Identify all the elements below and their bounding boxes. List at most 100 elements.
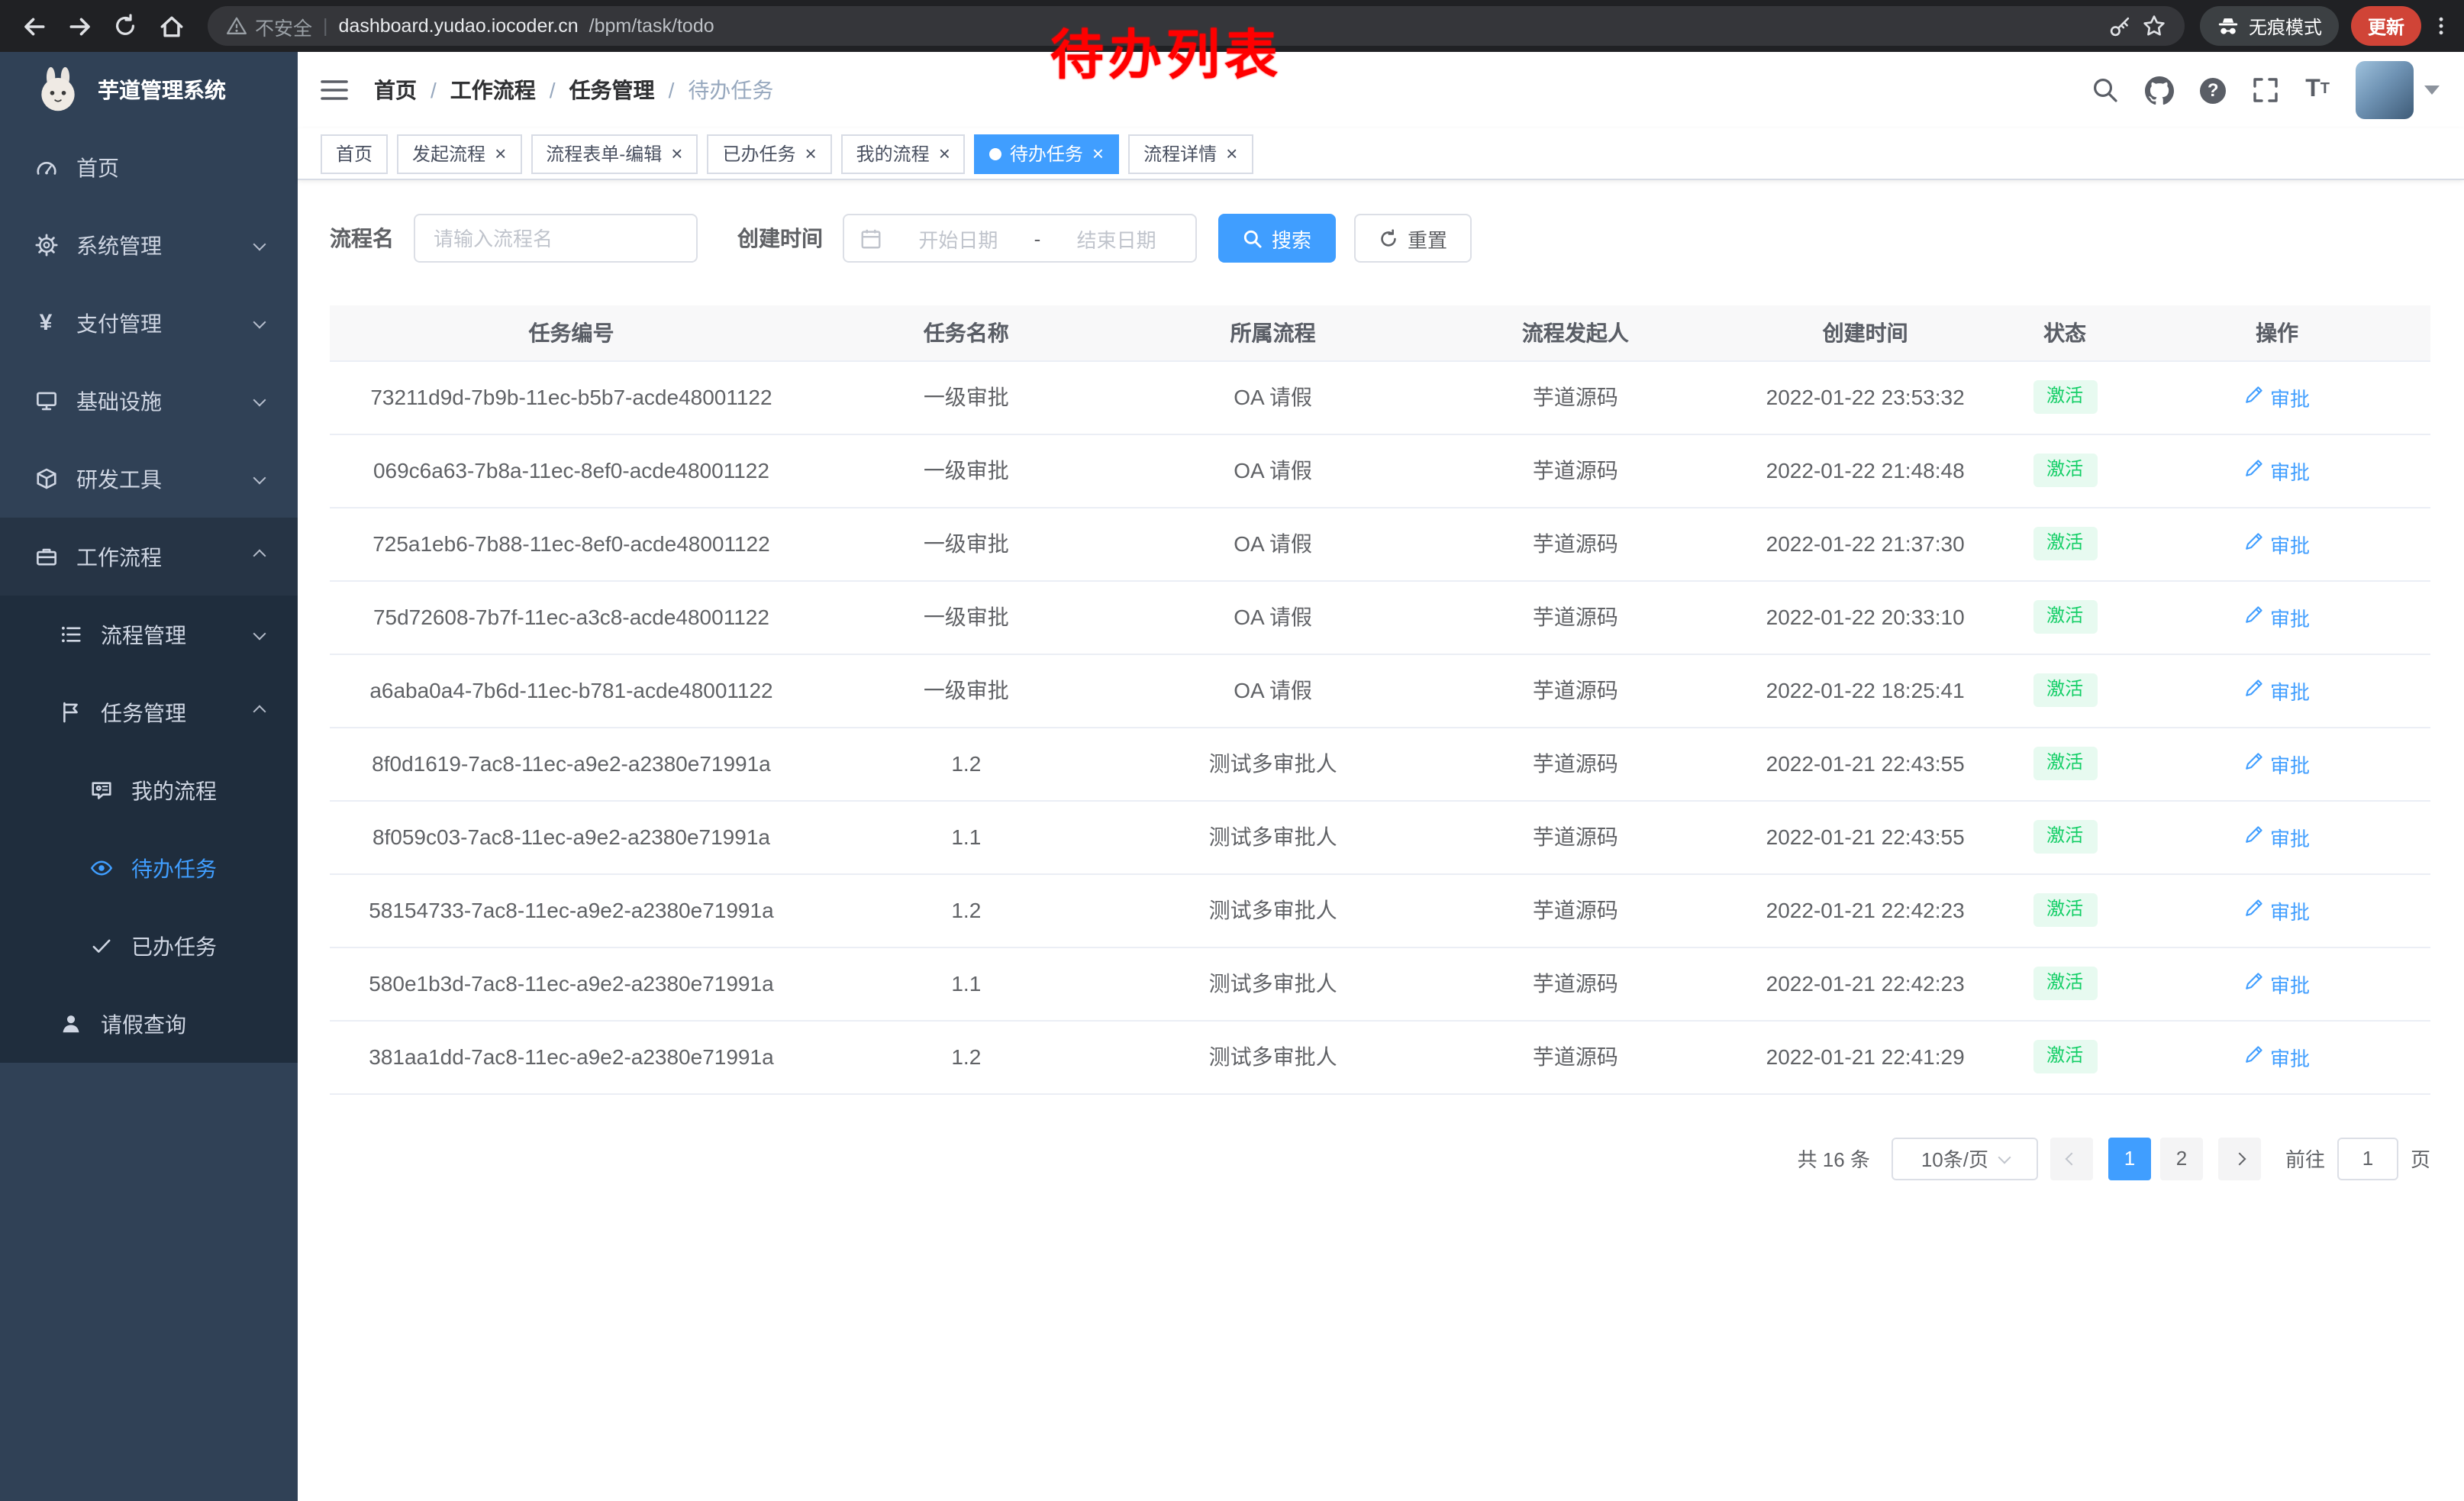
table-header-row: 任务编号任务名称所属流程流程发起人创建时间状态操作	[330, 305, 2430, 360]
app-logo[interactable]: 芋道管理系统	[0, 52, 298, 128]
sidebar-item-leave-query[interactable]: 请假查询	[0, 985, 298, 1063]
tab-close-icon[interactable]: ×	[671, 144, 682, 163]
tab-close-icon[interactable]: ×	[939, 144, 950, 163]
audit-action-link[interactable]: 审批	[2244, 969, 2310, 998]
start-date-placeholder[interactable]: 开始日期	[895, 224, 1022, 253]
tab-close-icon[interactable]: ×	[495, 144, 506, 163]
breadcrumb-separator: /	[550, 78, 556, 102]
create-time-range-picker[interactable]: 开始日期 - 结束日期	[843, 214, 1197, 263]
browser-home-button[interactable]	[150, 6, 192, 46]
chevron-down-icon	[253, 628, 266, 641]
audit-action-link[interactable]: 审批	[2244, 676, 2310, 705]
sidebar-item-system-mgmt[interactable]: 系统管理	[0, 206, 298, 284]
tab-home[interactable]: 首页	[321, 134, 388, 173]
end-date-placeholder[interactable]: 结束日期	[1053, 224, 1180, 253]
sidebar-item-infrastructure[interactable]: 基础设施	[0, 362, 298, 440]
github-icon	[2145, 76, 2174, 105]
browser-forward-button[interactable]	[58, 6, 101, 46]
audit-action-link[interactable]: 审批	[2244, 529, 2310, 558]
page-size-select[interactable]: 10条/页	[1892, 1137, 2038, 1180]
incognito-badge: 无痕模式	[2200, 6, 2339, 46]
pencil-icon	[2244, 971, 2264, 996]
audit-action-link[interactable]: 审批	[2244, 896, 2310, 925]
cell-status: 激活	[2006, 654, 2124, 727]
cell-process: 测试多审批人	[1120, 727, 1427, 800]
fullscreen-button[interactable]	[2252, 76, 2279, 104]
audit-action-link[interactable]: 审批	[2244, 822, 2310, 851]
tab-process-detail[interactable]: 流程详情×	[1128, 134, 1253, 173]
sidebar-item-dev-tools[interactable]: 研发工具	[0, 440, 298, 518]
sidebar-item-my-process[interactable]: 我的流程	[0, 751, 298, 829]
font-size-button[interactable]: TT	[2305, 78, 2330, 102]
tab-close-icon[interactable]: ×	[805, 144, 816, 163]
security-warning[interactable]: 不安全	[226, 11, 312, 40]
chevron-down-icon	[253, 316, 266, 329]
top-navbar: 首页/工作流程/任务管理/待办任务 ? TT	[298, 52, 2464, 128]
audit-action-link[interactable]: 审批	[2244, 456, 2310, 485]
tab-todo-tasks[interactable]: 待办任务×	[975, 134, 1119, 173]
header-search-button[interactable]	[2091, 76, 2119, 104]
browser-back-button[interactable]	[12, 6, 55, 46]
cell-initiator: 芋道源码	[1427, 727, 1725, 800]
sidebar-item-done-tasks[interactable]: 已办任务	[0, 907, 298, 985]
reset-button[interactable]: 重置	[1354, 214, 1472, 263]
tab-close-icon[interactable]: ×	[1226, 144, 1237, 163]
breadcrumb-item-1[interactable]: 工作流程	[450, 75, 536, 105]
chevron-up-icon	[253, 705, 266, 718]
tab-close-icon[interactable]: ×	[1092, 144, 1104, 163]
sidebar-item-workflow[interactable]: 工作流程	[0, 518, 298, 596]
hamburger-icon	[319, 76, 350, 104]
pagination: 共 16 条 10条/页 12 前往 页	[330, 1137, 2430, 1180]
audit-action-link[interactable]: 审批	[2244, 383, 2310, 412]
breadcrumb-item-2[interactable]: 任务管理	[569, 75, 655, 105]
sidebar-item-payment-mgmt[interactable]: ¥支付管理	[0, 284, 298, 362]
browser-update-button[interactable]: 更新	[2351, 6, 2421, 46]
tab-start-process[interactable]: 发起流程×	[397, 134, 521, 173]
sidebar-item-label: 任务管理	[101, 697, 186, 728]
sidebar-item-process-mgmt[interactable]: 流程管理	[0, 596, 298, 673]
cell-created-time: 2022-01-22 21:37:30	[1724, 507, 2006, 580]
audit-action-link[interactable]: 审批	[2244, 749, 2310, 778]
home-icon	[158, 13, 184, 39]
bookmark-star-icon[interactable]	[2142, 14, 2166, 38]
table-row: 381aa1dd-7ac8-11ec-a9e2-a2380e71991a 1.2…	[330, 1020, 2430, 1093]
pencil-icon	[2244, 385, 2264, 409]
audit-action-link[interactable]: 审批	[2244, 602, 2310, 631]
browser-menu-button[interactable]	[2430, 14, 2452, 38]
page-button-2[interactable]: 2	[2160, 1137, 2203, 1180]
cell-task-name: 一级审批	[813, 580, 1120, 654]
prev-page-button[interactable]	[2050, 1137, 2093, 1180]
filter-bar: 流程名 创建时间 开始日期 - 结束日期	[330, 214, 2430, 263]
cell-created-time: 2022-01-21 22:42:23	[1724, 873, 2006, 947]
pencil-icon	[2244, 531, 2264, 556]
column-header: 所属流程	[1120, 305, 1427, 360]
next-page-button[interactable]	[2218, 1137, 2261, 1180]
help-button[interactable]: ?	[2200, 77, 2226, 103]
tabs-bar: 首页发起流程× 流程表单-编辑×已办任务× 我的流程×待办任务×流程详情×	[298, 128, 2464, 180]
sidebar-item-task-mgmt[interactable]: 任务管理	[0, 673, 298, 751]
search-button[interactable]: 搜索	[1218, 214, 1336, 263]
refresh-icon	[1379, 228, 1398, 248]
user-menu[interactable]	[2356, 61, 2440, 119]
breadcrumb-item-0[interactable]: 首页	[374, 75, 417, 105]
sidebar-toggle-button[interactable]	[319, 76, 350, 104]
audit-action-link[interactable]: 审批	[2244, 1042, 2310, 1071]
tab-process-form-edit[interactable]: 流程表单-编辑×	[531, 134, 698, 173]
github-link[interactable]	[2145, 76, 2174, 105]
sidebar-item-todo-tasks[interactable]: 待办任务	[0, 829, 298, 907]
password-key-icon[interactable]	[2108, 15, 2131, 37]
process-name-input[interactable]	[415, 227, 696, 250]
table-row: 580e1b3d-7ac8-11ec-a9e2-a2380e71991a 1.1…	[330, 947, 2430, 1020]
goto-page-input[interactable]	[2337, 1137, 2398, 1180]
pencil-icon	[2244, 458, 2264, 483]
forward-arrow-icon	[66, 13, 92, 39]
cell-process: OA 请假	[1120, 360, 1427, 434]
sidebar-item-home[interactable]: 首页	[0, 128, 298, 206]
search-button-label: 搜索	[1272, 224, 1311, 253]
cell-task-name: 一级审批	[813, 434, 1120, 507]
page-button-1[interactable]: 1	[2108, 1137, 2151, 1180]
tab-done-tasks[interactable]: 已办任务×	[707, 134, 831, 173]
avatar[interactable]	[2356, 61, 2414, 119]
tab-my-process[interactable]: 我的流程×	[841, 134, 966, 173]
browser-refresh-button[interactable]	[104, 6, 147, 46]
